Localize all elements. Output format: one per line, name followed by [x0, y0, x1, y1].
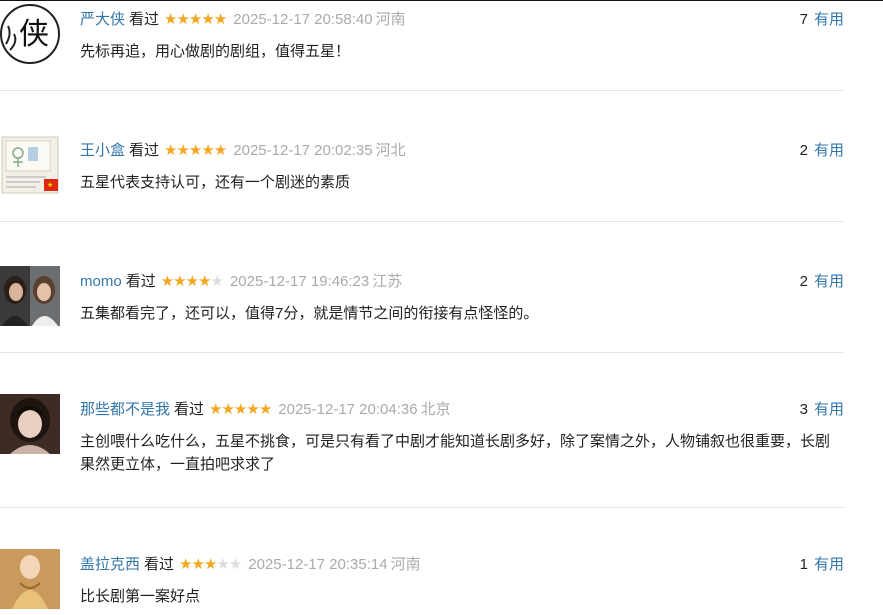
comment-info: 那些都不是我 看过 ★★★★★ 2025-12-17 20:04:36 北京 [80, 400, 451, 420]
vote-area: 7 有用 [800, 10, 844, 30]
comment-text: 五集都看完了，还可以，值得7分，就是情节之间的衔接有点怪怪的。 [80, 305, 539, 322]
comment-time: 2025-12-17 20:02:35 [233, 142, 373, 159]
rating-stars: ★★★★★ [160, 273, 224, 290]
top-border [0, 0, 883, 1]
comment-item: ★ 王小盒 看过 ★★★★★ 2025-12-17 20:02:35 河北 2 有用 五星… [0, 135, 844, 222]
divider [0, 507, 844, 508]
comment-time: 2025-12-17 20:58:40 [233, 11, 373, 28]
watch-status: 看过 [129, 142, 160, 159]
comment-info: 严大侠 看过 ★★★★★ 2025-12-17 20:58:40 河南 [80, 10, 406, 30]
comment-item: momo 看过 ★★★★★ 2025-12-17 19:46:23 江苏 2 有用 五集都… [0, 266, 844, 353]
avatar[interactable]: 侠 [0, 4, 60, 64]
vote-count: 3 [799, 401, 808, 418]
svg-text:★: ★ [47, 181, 53, 189]
comment-location: 江苏 [372, 273, 403, 290]
avatar[interactable] [0, 266, 60, 326]
vote-area: 2 有用 [800, 272, 844, 292]
comment-info: 盖拉克西 看过 ★★★★★ 2025-12-17 20:35:14 河南 [80, 555, 421, 575]
comment-location: 北京 [420, 401, 451, 418]
user-link[interactable]: 严大侠 [80, 11, 125, 28]
comment-time: 2025-12-17 20:04:36 [278, 401, 418, 418]
vote-count: 7 [799, 11, 808, 28]
rating-stars: ★★★★★ [179, 556, 242, 573]
comment-time: 2025-12-17 19:46:23 [229, 273, 370, 290]
vote-area: 2 有用 [800, 141, 844, 161]
useful-button[interactable]: 有用 [814, 401, 844, 418]
rating-stars: ★★★★★ [164, 142, 227, 159]
user-link[interactable]: 王小盒 [80, 142, 125, 159]
divider [0, 352, 844, 353]
comment-item: 那些都不是我 看过 ★★★★★ 2025-12-17 20:04:36 北京 3 有用 主… [0, 394, 844, 508]
comment-item: 盖拉克西 看过 ★★★★★ 2025-12-17 20:35:14 河南 1 有用 比长剧… [0, 549, 844, 615]
comment-text: 先标再追，用心做剧的剧组，值得五星！ [80, 43, 351, 60]
divider [0, 90, 844, 91]
comment-location: 河北 [375, 142, 406, 159]
user-link[interactable]: 盖拉克西 [80, 556, 140, 573]
avatar[interactable] [0, 394, 60, 454]
divider [0, 221, 844, 222]
useful-button[interactable]: 有用 [814, 556, 844, 573]
vote-area: 1 有用 [800, 555, 844, 575]
user-link[interactable]: momo [80, 273, 122, 290]
watch-status: 看过 [129, 11, 160, 28]
useful-button[interactable]: 有用 [814, 142, 844, 159]
vote-count: 2 [799, 142, 808, 159]
avatar[interactable] [0, 549, 60, 609]
comment-info: momo 看过 ★★★★★ 2025-12-17 19:46:23 江苏 [80, 272, 402, 292]
comment-item: 侠 严大侠 看过 ★★★★★ 2025-12-17 20:58:40 河南 7 有用 先标… [0, 4, 844, 91]
avatar[interactable]: ★ [0, 135, 60, 195]
user-link[interactable]: 那些都不是我 [80, 401, 170, 418]
comment-location: 河南 [375, 11, 406, 28]
svg-text:侠: 侠 [19, 17, 49, 52]
rating-stars: ★★★★★ [209, 401, 272, 418]
comment-text: 主创喂什么吃什么，五星不挑食，可是只有看了中剧才能知道长剧多好，除了案情之外，人… [80, 433, 831, 473]
comment-text: 比长剧第一案好点 [80, 588, 201, 605]
watch-status: 看过 [174, 401, 205, 418]
comment-text: 五星代表支持认可，还有一个剧迷的素质 [80, 174, 351, 191]
watch-status: 看过 [144, 556, 175, 573]
rating-stars: ★★★★★ [164, 11, 227, 28]
vote-area: 3 有用 [800, 400, 844, 420]
watch-status: 看过 [125, 273, 156, 290]
comment-location: 河南 [390, 556, 421, 573]
useful-button[interactable]: 有用 [814, 273, 844, 290]
useful-button[interactable]: 有用 [814, 11, 844, 28]
comment-info: 王小盒 看过 ★★★★★ 2025-12-17 20:02:35 河北 [80, 141, 406, 161]
vote-count: 1 [799, 556, 808, 573]
vote-count: 2 [799, 273, 808, 290]
comment-time: 2025-12-17 20:35:14 [248, 556, 388, 573]
